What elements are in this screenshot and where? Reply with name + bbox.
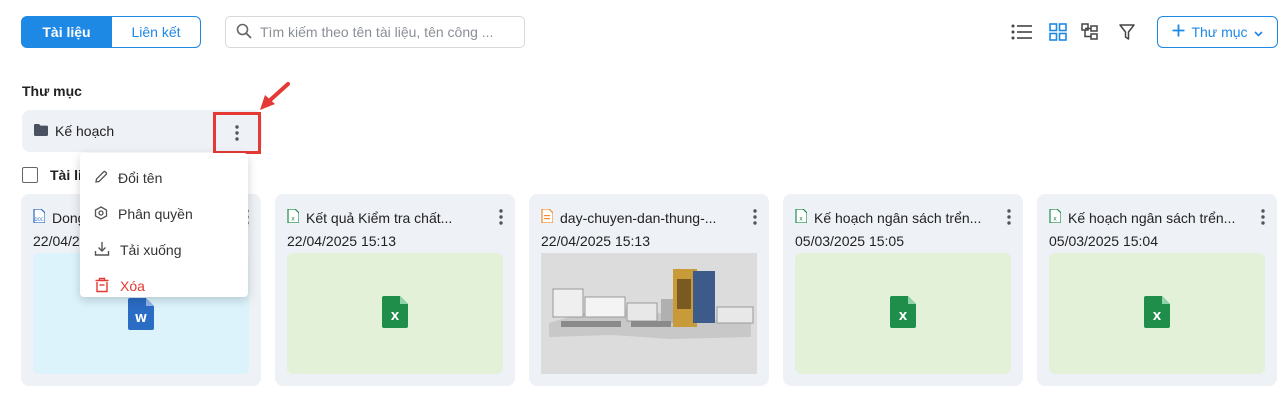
- file-type-label: W: [135, 312, 147, 325]
- menu-item-label: Tải xuống: [120, 242, 182, 258]
- plus-icon: [1172, 24, 1185, 40]
- tab-links[interactable]: Liên kết: [112, 16, 201, 48]
- grid-view-icon[interactable]: [1047, 22, 1069, 42]
- select-all-checkbox[interactable]: [22, 167, 38, 183]
- excel-file-icon: x: [795, 208, 808, 226]
- file-name: day-chuyen-dan-thung-...: [560, 209, 717, 226]
- menu-item-label: Phân quyền: [118, 206, 193, 222]
- doc-file-icon: DOC: [33, 208, 46, 226]
- svg-text:x: x: [291, 216, 295, 223]
- file-name: Kế hoạch ngân sách trển...: [814, 209, 982, 226]
- file-preview: X: [287, 253, 503, 374]
- search-icon: [236, 23, 252, 42]
- menu-item-download[interactable]: Tải xuống: [80, 232, 248, 268]
- excel-file-icon: x: [1049, 208, 1062, 226]
- image-file-icon: [541, 208, 554, 226]
- file-date: 22/04/2025 15:13: [541, 233, 650, 249]
- file-name: Kết quả Kiểm tra chất...: [306, 209, 453, 226]
- chevron-down-icon: [1253, 24, 1263, 40]
- filter-icon[interactable]: [1116, 22, 1138, 42]
- edit-icon: [94, 170, 108, 187]
- search-input[interactable]: [260, 24, 520, 40]
- menu-item-rename[interactable]: Đổi tên: [80, 160, 248, 196]
- card-more-icon[interactable]: [495, 207, 507, 227]
- card-more-icon[interactable]: [1003, 207, 1015, 227]
- excel-file-icon: x: [287, 208, 300, 226]
- svg-text:x: x: [799, 216, 803, 223]
- add-folder-button[interactable]: Thư mục: [1157, 16, 1278, 48]
- file-type-label: X: [1153, 310, 1162, 323]
- file-preview: X: [795, 253, 1011, 374]
- trash-icon: [94, 277, 110, 296]
- download-icon: [94, 241, 110, 260]
- file-card[interactable]: x Kế hoạch ngân sách trển... 05/03/2025 …: [783, 194, 1023, 386]
- file-date: 22/04/2025 15:13: [287, 233, 396, 249]
- folder-icon: [34, 123, 48, 139]
- file-date: 05/03/2025 15:04: [1049, 233, 1158, 249]
- file-type-label: X: [899, 310, 908, 323]
- file-date: 05/03/2025 15:05: [795, 233, 904, 249]
- file-card[interactable]: x Kết quả Kiểm tra chất... 22/04/2025 15…: [275, 194, 515, 386]
- excel-icon: X: [890, 296, 916, 331]
- card-more-icon[interactable]: [749, 207, 761, 227]
- folder-context-menu: Đổi tên Phân quyền Tải xuống Xóa: [80, 153, 248, 297]
- permission-icon: [94, 205, 108, 223]
- file-preview: X: [1049, 253, 1265, 374]
- tab-documents[interactable]: Tài liệu: [21, 16, 112, 48]
- menu-item-label: Đổi tên: [118, 170, 163, 186]
- menu-item-delete[interactable]: Xóa: [80, 268, 248, 304]
- view-toggle: Tài liệu Liên kết: [21, 16, 201, 48]
- tree-view-icon[interactable]: [1079, 22, 1101, 42]
- folder-more-button[interactable]: [213, 112, 261, 154]
- svg-text:DOC: DOC: [34, 217, 43, 222]
- menu-item-label: Xóa: [120, 278, 145, 294]
- search-box: [225, 16, 525, 48]
- folder-name: Kế hoạch: [55, 123, 115, 139]
- menu-item-permissions[interactable]: Phân quyền: [80, 196, 248, 232]
- folders-heading: Thư mục: [22, 83, 82, 99]
- svg-text:x: x: [1053, 216, 1057, 223]
- file-card[interactable]: day-chuyen-dan-thung-... 22/04/2025 15:1…: [529, 194, 769, 386]
- image-thumbnail: [541, 253, 757, 374]
- excel-icon: X: [1144, 296, 1170, 331]
- card-more-icon[interactable]: [1257, 207, 1269, 227]
- add-folder-label: Thư mục: [1191, 24, 1248, 40]
- file-card[interactable]: x Kế hoạch ngân sách trển... 05/03/2025 …: [1037, 194, 1277, 386]
- list-view-icon[interactable]: [1011, 22, 1033, 42]
- excel-icon: X: [382, 296, 408, 331]
- annotation-arrow-icon: [256, 80, 292, 115]
- file-name: Kế hoạch ngân sách trển...: [1068, 209, 1236, 226]
- file-type-label: X: [391, 310, 400, 323]
